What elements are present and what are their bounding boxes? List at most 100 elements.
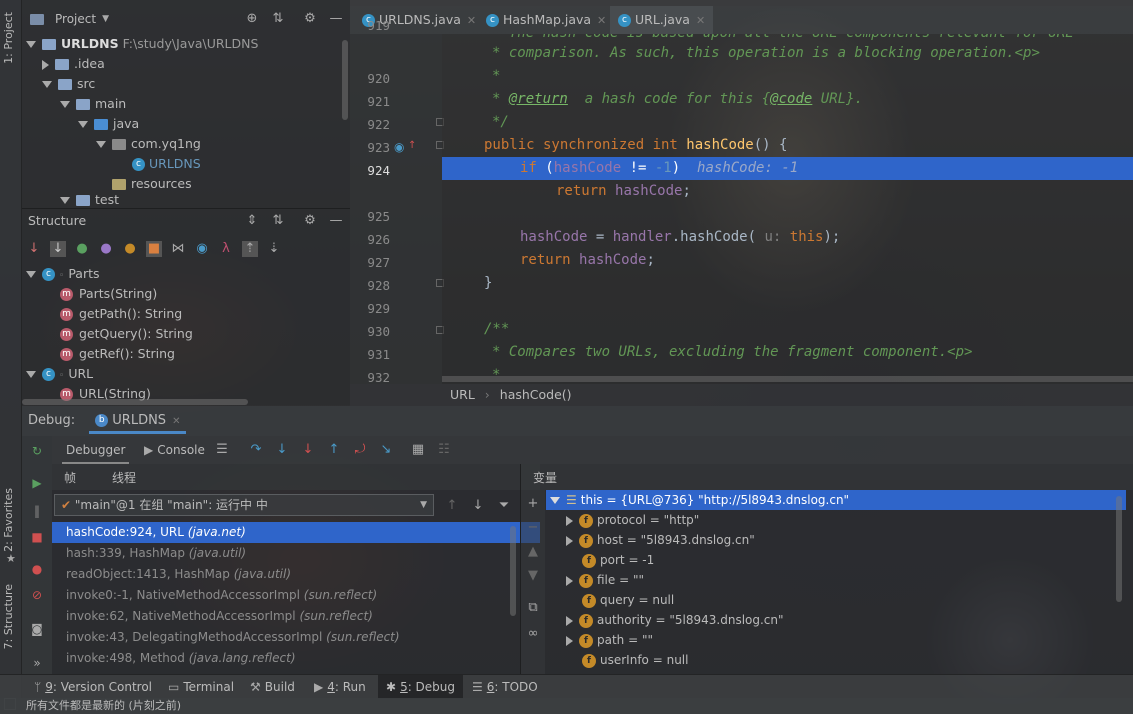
editor-h-scrollbar[interactable] [442,376,1133,382]
stop-icon[interactable]: ■ [30,530,44,544]
show-non-public-icon[interactable]: ■ [146,241,162,257]
project-scrollbar[interactable] [342,40,348,120]
arrow-up-icon[interactable]: ↑ [444,498,460,514]
variable-item[interactable]: f file = "" [566,570,644,590]
variable-item[interactable]: f port = -1 [582,550,654,570]
step-over-icon[interactable]: ↷ [248,442,264,458]
override-marker-icon[interactable]: ◉ [394,140,404,154]
drop-frame-icon[interactable]: ⤾ [352,442,368,458]
tree-item-src[interactable]: src [42,74,95,94]
terminal-tool[interactable]: ▭ Terminal [168,675,234,699]
close-icon[interactable]: ✕ [597,14,606,27]
lambda-icon[interactable]: λ [218,241,234,257]
frame-item[interactable]: readObject:1413, HashMap (java.util) [52,564,540,585]
locate-icon[interactable]: ⊕ [244,11,260,27]
tree-item-resources[interactable]: resources [96,174,192,194]
tree-item-package[interactable]: com.yq1ng [96,134,201,154]
variable-item[interactable]: f userInfo = null [582,650,688,670]
evaluate-icon[interactable]: ▦ [410,442,426,458]
filter-icon[interactable]: ⏷ [496,498,512,514]
structure-item-method[interactable]: m getPath(): String [60,304,182,324]
tab-console[interactable]: ▶ Console [144,436,205,464]
remove-watch-icon[interactable]: − [525,520,541,536]
version-control-tool[interactable]: ᛘ 9: Version Control [34,675,152,699]
structure-item-method[interactable]: m Parts(String) [60,284,157,304]
debug-session-tab[interactable]: b URLDNS ✕ [89,406,187,434]
step-into-icon[interactable]: ↓ [274,442,290,458]
project-tool-tab[interactable]: 1: Project [2,12,15,64]
camera-icon[interactable]: ◙ [30,622,44,636]
show-lambdas-icon[interactable]: ⋈ [170,241,186,257]
glasses-icon[interactable]: ∞ [525,626,541,642]
todo-tool[interactable]: ☰ 6: TODO [472,675,538,699]
sort-alpha-icon[interactable]: ↓ [50,241,66,257]
structure-item-method[interactable]: m getRef(): String [60,344,175,364]
autoscroll-to-source-icon[interactable]: ⇡ [242,241,258,257]
close-icon[interactable]: ✕ [467,14,476,27]
project-panel-title[interactable]: Project [55,12,96,26]
force-step-into-icon[interactable]: ↓ [300,442,316,458]
minimize-icon[interactable]: — [328,213,344,229]
sort-visibility-icon[interactable]: ↓ [26,241,42,257]
variable-item[interactable]: f host = "5l8943.dnslog.cn" [566,530,755,550]
gear-icon[interactable]: ⚙ [302,213,318,229]
close-icon[interactable]: ✕ [172,416,180,427]
show-properties-icon[interactable]: ● [98,241,114,257]
variable-this[interactable]: ☰ this = {URL@736} "http://5l8943.dnslog.… [546,490,1126,510]
view-breakpoints-icon[interactable]: ● [30,562,44,576]
tree-item-java[interactable]: java [78,114,139,134]
structure-tool-tab[interactable]: 7: Structure [2,584,15,649]
tree-item-test[interactable]: test [60,192,119,206]
rerun-icon[interactable]: ↻ [30,444,44,458]
collapse-icon[interactable]: ⇅ [270,11,286,27]
breadcrumb-method[interactable]: hashCode() [500,387,572,402]
build-tool[interactable]: ⚒ Build [250,675,295,699]
frame-item[interactable]: invoke:43, DelegatingMethodAccessorImpl … [52,627,540,648]
thread-selector[interactable]: ✔ "main"@1 在组 "main": 运行中 中 ▼ [54,494,434,516]
run-tool[interactable]: ▶ 4: Run [314,675,366,699]
expand-all-icon[interactable]: ⇕ [244,213,260,229]
gear-icon[interactable]: ⚙ [302,11,318,27]
tab-frames[interactable]: 帧 [64,469,76,486]
tab-debugger[interactable]: Debugger [62,436,130,464]
implements-marker-icon[interactable]: ↑ [408,140,416,151]
move-down-icon[interactable]: ▼ [525,568,541,584]
structure-h-scrollbar[interactable] [22,399,248,405]
frame-item[interactable]: hash:339, HashMap (java.util) [52,543,540,564]
structure-item-parts[interactable]: c ◦ Parts [26,264,100,284]
chevron-down-icon[interactable]: ▼ [102,14,109,24]
frame-item[interactable]: invoke:498, Method (java.lang.reflect) [52,648,540,669]
frame-item[interactable]: invoke0:-1, NativeMethodAccessorImpl (su… [52,585,540,606]
add-watch-icon[interactable]: + [525,496,541,512]
frames-scrollbar[interactable] [510,526,516,616]
close-icon[interactable]: ✕ [696,14,705,27]
run-to-cursor-icon[interactable]: ↘ [378,442,394,458]
tab-url-java[interactable]: c URL.java ✕ [610,6,714,34]
variable-item[interactable]: f query = null [582,590,674,610]
variable-item[interactable]: f authority = "5l8943.dnslog.cn" [566,610,784,630]
trace-icon[interactable]: ☷ [436,442,452,458]
layout-icon[interactable]: ☰ [214,442,230,458]
variables-scrollbar[interactable] [1116,496,1122,602]
pause-icon[interactable]: ‖ [30,504,44,518]
frame-item[interactable]: invoke:62, NativeMethodAccessorImpl (sun… [52,606,540,627]
show-inherited-icon[interactable]: ● [74,241,90,257]
arrow-down-icon[interactable]: ↓ [470,498,486,514]
variable-item[interactable]: f protocol = "http" [566,510,699,530]
more-icon[interactable]: » [30,656,44,670]
favorites-tool-tab[interactable]: 2: Favorites [2,488,15,552]
show-anonymous-icon[interactable]: ◉ [194,241,210,257]
resume-icon[interactable]: ▶ [30,476,44,490]
mute-breakpoints-icon[interactable]: ⊘ [30,588,44,602]
minimize-icon[interactable]: — [328,11,344,27]
debug-tool[interactable]: ✱ 5: Debug [378,675,464,699]
structure-item-url[interactable]: c ◦ URL [26,364,93,384]
tree-item-main[interactable]: main [60,94,126,114]
move-up-icon[interactable]: ▲ [525,544,541,560]
collapse-all-icon[interactable]: ⇅ [270,213,286,229]
show-fields-icon[interactable]: ● [122,241,138,257]
code-lines[interactable]: * The hash code is based upon all the UR… [442,34,1133,384]
breadcrumb-class[interactable]: URL [450,387,475,402]
autoscroll-from-source-icon[interactable]: ⇣ [266,241,282,257]
tree-item-idea[interactable]: .idea [42,54,105,74]
